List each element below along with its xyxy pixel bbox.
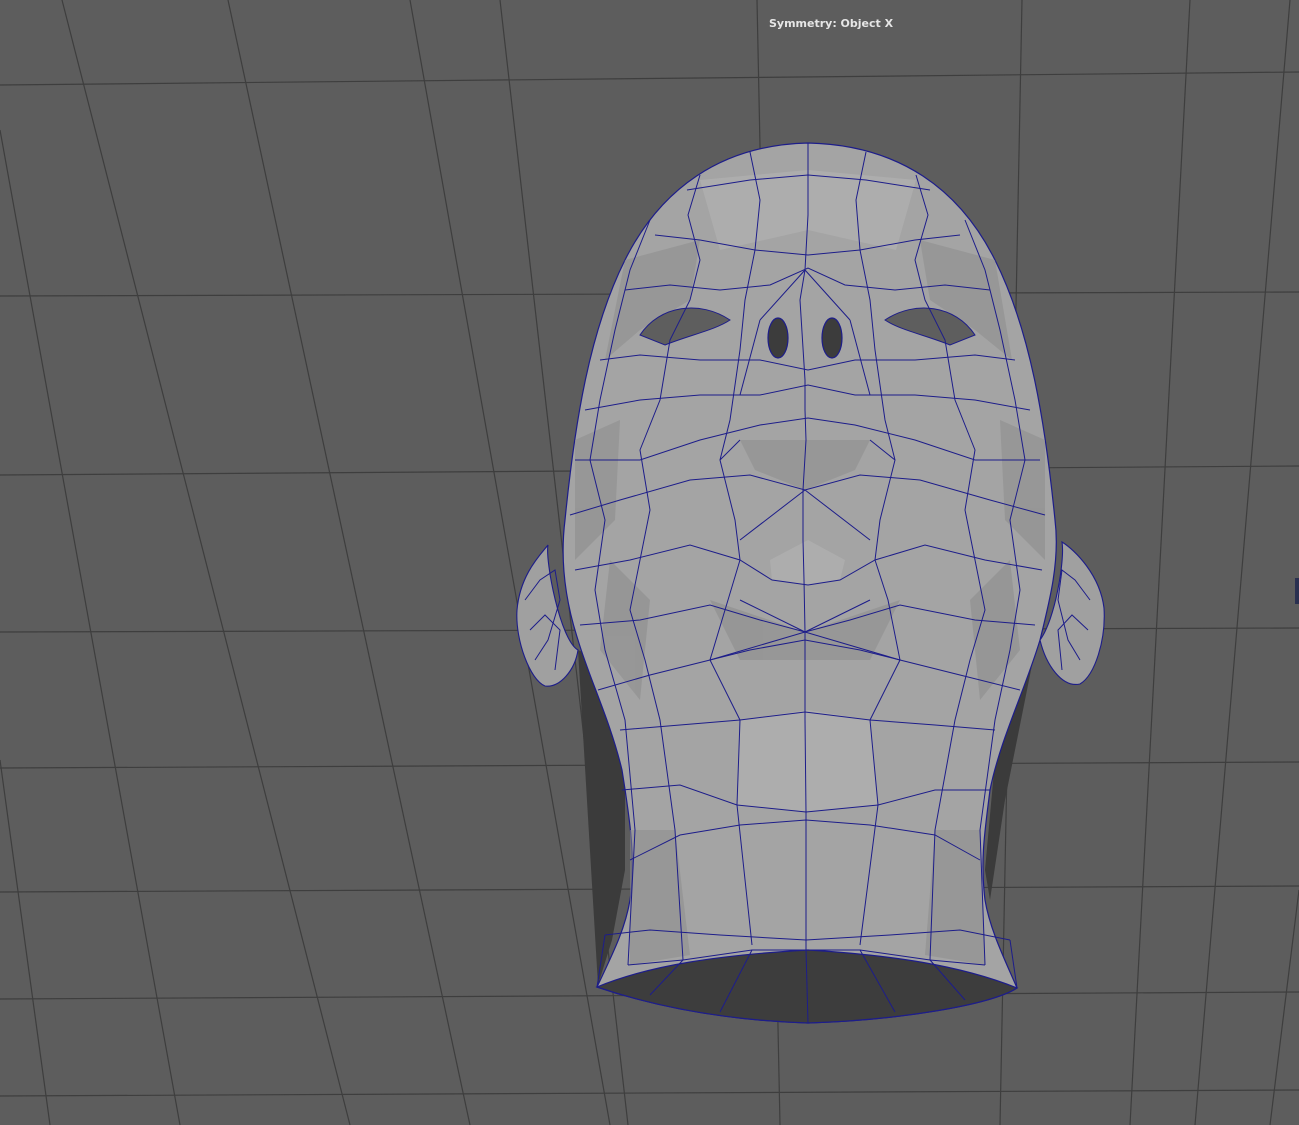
right-nostril (821, 317, 843, 359)
modeling-viewport[interactable]: Symmetry: Object X (0, 0, 1299, 1125)
symmetry-status-label: Symmetry: Object X (769, 17, 894, 30)
left-nostril (767, 317, 789, 359)
scene-canvas[interactable] (0, 0, 1299, 1125)
viewport-edge-marker (1295, 578, 1299, 604)
